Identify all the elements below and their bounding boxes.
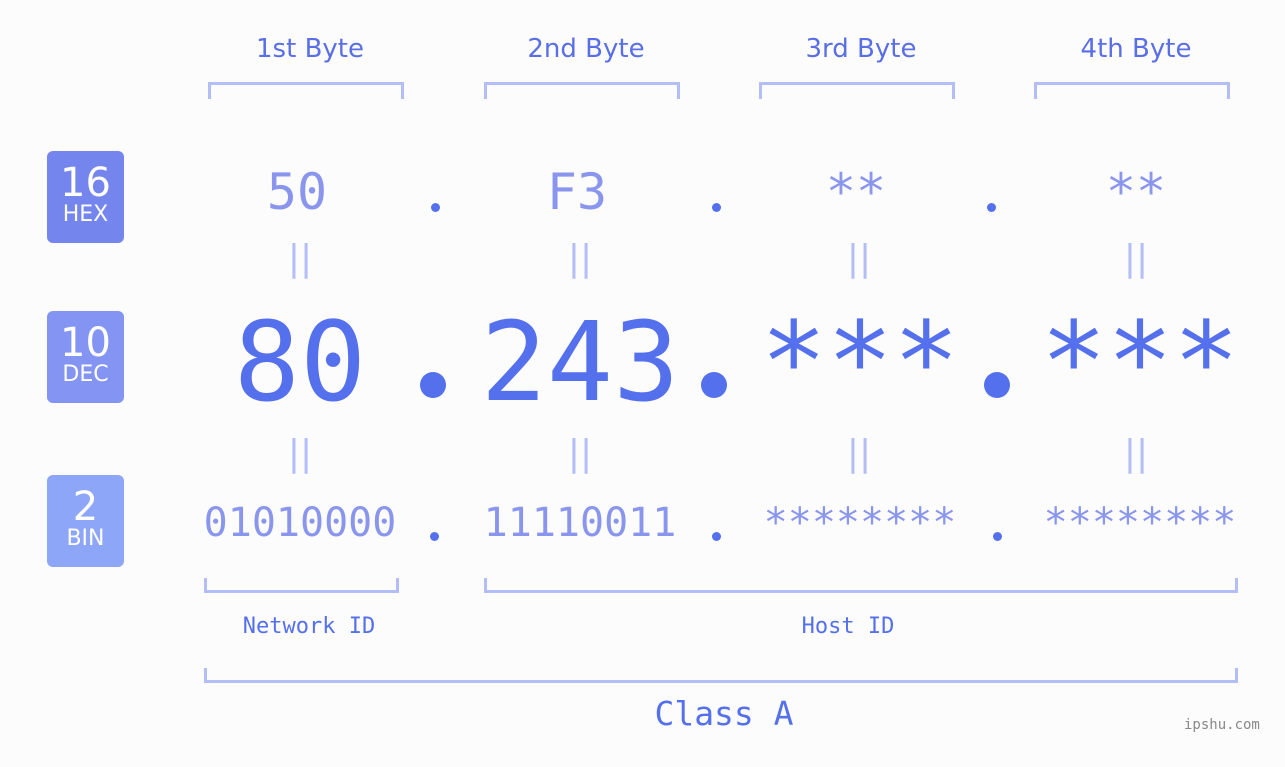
hex-byte-1: 50 bbox=[266, 163, 328, 221]
hex-badge: 16 HEX bbox=[47, 151, 124, 243]
hex-byte-4: ** bbox=[1105, 163, 1167, 221]
equals-sign: || bbox=[1123, 238, 1149, 279]
equals-sign: || bbox=[567, 238, 593, 279]
dec-label: DEC bbox=[62, 362, 109, 387]
bin-label: BIN bbox=[66, 526, 105, 551]
bin-dot bbox=[712, 532, 721, 541]
hex-byte-3: ** bbox=[825, 163, 887, 221]
equals-sign: || bbox=[567, 433, 593, 474]
host-id-bracket bbox=[484, 578, 1238, 593]
bin-dot bbox=[993, 532, 1002, 541]
bin-dot bbox=[430, 532, 439, 541]
byte-3-bracket bbox=[759, 82, 955, 99]
hex-base: 16 bbox=[60, 160, 111, 206]
header-byte-3: 3rd Byte bbox=[805, 34, 917, 64]
dec-byte-2: 243 bbox=[480, 298, 680, 426]
dec-badge: 10 DEC bbox=[47, 311, 124, 403]
dec-byte-1: 80 bbox=[233, 298, 367, 426]
hex-byte-2: F3 bbox=[546, 163, 608, 221]
bin-base: 2 bbox=[72, 484, 99, 530]
equals-sign: || bbox=[287, 433, 313, 474]
watermark: ipshu.com bbox=[1184, 717, 1260, 733]
equals-sign: || bbox=[846, 238, 872, 279]
bin-byte-2: 11110011 bbox=[483, 500, 677, 546]
dec-dot bbox=[701, 372, 727, 398]
header-byte-1: 1st Byte bbox=[256, 34, 364, 64]
bin-byte-1: 01010000 bbox=[203, 500, 397, 546]
network-id-label: Network ID bbox=[242, 614, 376, 639]
equals-sign: || bbox=[287, 238, 313, 279]
hex-label: HEX bbox=[62, 202, 109, 227]
dec-dot bbox=[984, 372, 1010, 398]
hex-dot bbox=[712, 203, 721, 212]
dec-byte-3: *** bbox=[760, 298, 960, 426]
dec-byte-4: *** bbox=[1040, 298, 1240, 426]
class-label: Class A bbox=[654, 694, 794, 733]
dec-base: 10 bbox=[60, 320, 111, 366]
byte-4-bracket bbox=[1034, 82, 1230, 99]
equals-sign: || bbox=[1123, 433, 1149, 474]
byte-2-bracket bbox=[484, 82, 680, 99]
byte-1-bracket bbox=[208, 82, 404, 99]
host-id-label: Host ID bbox=[801, 614, 895, 639]
equals-sign: || bbox=[846, 433, 872, 474]
header-byte-4: 4th Byte bbox=[1080, 34, 1192, 64]
network-id-bracket bbox=[204, 578, 399, 593]
bin-byte-3: ******** bbox=[763, 500, 957, 546]
header-byte-2: 2nd Byte bbox=[527, 34, 645, 64]
hex-dot bbox=[431, 203, 440, 212]
hex-dot bbox=[987, 203, 996, 212]
dec-dot bbox=[420, 372, 446, 398]
bin-badge: 2 BIN bbox=[47, 475, 124, 567]
class-bracket bbox=[204, 668, 1238, 683]
bin-byte-4: ******** bbox=[1043, 500, 1237, 546]
